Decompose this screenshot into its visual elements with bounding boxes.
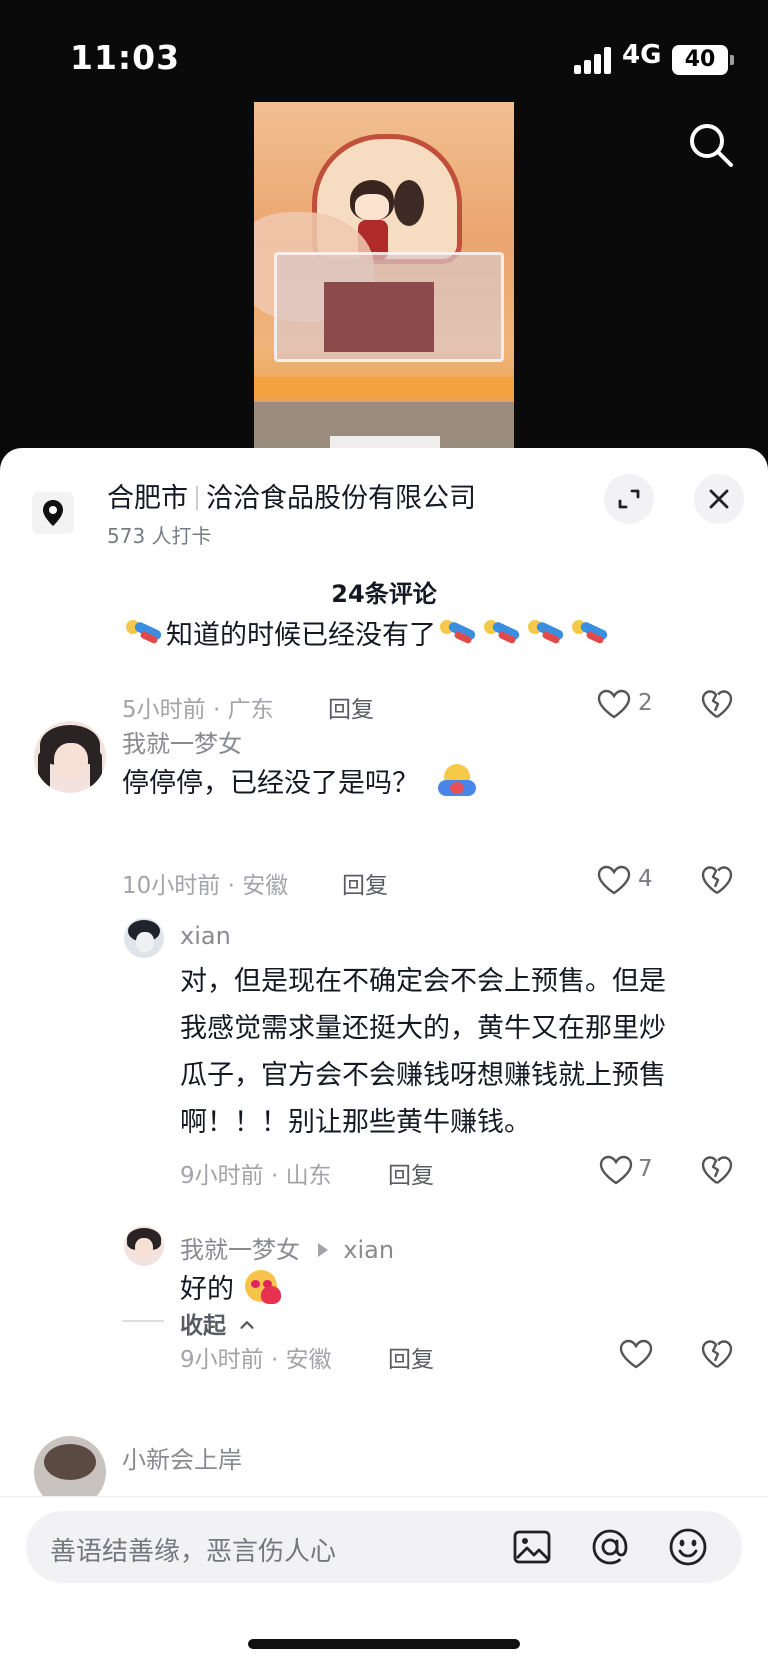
comment-line: 啊！！！别让那些黄牛赚钱。	[180, 1107, 531, 1138]
comment-line: 我感觉需求量还挺大的，黄牛又在那里炒	[180, 1013, 666, 1044]
network-type: 4G	[622, 40, 662, 70]
heart-icon[interactable]	[596, 688, 632, 720]
comment-input-bar: 善语结善缘，恶言伤人心	[0, 1496, 768, 1663]
image-icon[interactable]	[510, 1525, 554, 1569]
location-city: 合肥市	[107, 483, 188, 514]
video-preview[interactable]	[254, 102, 514, 452]
like-count: 7	[638, 1156, 653, 1182]
card-graphic	[324, 282, 434, 352]
falling-emoji-icon	[482, 618, 522, 648]
falling-emoji-icon	[570, 618, 610, 648]
avatar[interactable]	[124, 918, 164, 958]
reply-button[interactable]: 回复	[388, 1156, 434, 1190]
collapse-replies-button[interactable]: 收起	[180, 1306, 256, 1340]
input-placeholder: 善语结善缘，恶言伤人心	[50, 1537, 337, 1567]
location-checkins: 573 人打卡	[107, 524, 212, 548]
reply-arrow-icon	[317, 1243, 328, 1257]
reply-button[interactable]: 回复	[388, 1340, 434, 1374]
comment-meta: 9小时前 · 安徽	[180, 1347, 332, 1373]
close-icon	[709, 489, 729, 509]
comment-meta: 9小时前 · 山东	[180, 1163, 332, 1189]
dislike-icon[interactable]	[700, 688, 734, 720]
reply-button[interactable]: 回复	[328, 690, 374, 724]
comment-text: 对，但是现在不确定会不会上预售。但是 我感觉需求量还挺大的，黄牛又在那里炒 瓜子…	[180, 958, 740, 1146]
avatar[interactable]	[34, 721, 106, 793]
reply-header: 我就一梦女 xian	[180, 1230, 394, 1265]
hug-emoji-icon	[437, 762, 476, 798]
close-button[interactable]	[694, 474, 744, 524]
home-indicator	[248, 1639, 520, 1649]
emoji-icon[interactable]	[666, 1525, 710, 1569]
heart-icon[interactable]	[618, 1338, 654, 1370]
like-count: 2	[638, 690, 653, 716]
comment-body: 停停停，已经没了是吗？	[122, 768, 419, 799]
comment-meta: 10小时前 · 安徽	[122, 873, 289, 899]
search-icon[interactable]	[686, 120, 736, 170]
username[interactable]: 我就一梦女	[122, 724, 242, 759]
falling-emoji-icon	[438, 618, 478, 648]
collapse-label: 收起	[180, 1313, 226, 1339]
reply-button[interactable]: 回复	[342, 866, 388, 900]
dislike-icon[interactable]	[700, 1154, 734, 1186]
signal-icon	[574, 46, 614, 74]
expand-button[interactable]	[604, 474, 654, 524]
character-face	[355, 194, 389, 220]
status-time: 11:03	[70, 38, 181, 77]
reply-to-username[interactable]: xian	[343, 1236, 394, 1264]
comment-input[interactable]: 善语结善缘，恶言伤人心	[26, 1511, 742, 1583]
like-count: 4	[638, 866, 653, 892]
username[interactable]: xian	[180, 922, 231, 950]
location-name: 洽洽食品股份有限公司	[206, 483, 476, 514]
comment-body: 好的	[180, 1274, 234, 1305]
title-separator	[196, 486, 198, 510]
heart-icon[interactable]	[598, 1154, 634, 1186]
dislike-icon[interactable]	[700, 864, 734, 896]
username[interactable]: 小新会上岸	[122, 1440, 242, 1475]
chevron-up-icon	[240, 1321, 254, 1329]
location-title[interactable]: 合肥市 洽洽食品股份有限公司	[107, 476, 476, 515]
screen: 11:03 4G 40 合肥市 洽洽食品股份有限公司 573 人打卡 24条评论…	[0, 0, 768, 1663]
location-pin-icon	[32, 492, 74, 534]
comment-count: 24条评论	[331, 580, 437, 608]
sunflower-seed-graphic	[394, 180, 424, 226]
comments-sheet: 合肥市 洽洽食品股份有限公司 573 人打卡 24条评论 知道的时候已经没有了 5…	[0, 448, 768, 1663]
avatar[interactable]	[124, 1226, 164, 1266]
comment-text: 知道的时候已经没有了	[122, 612, 612, 659]
heart-icon[interactable]	[596, 864, 632, 896]
comment-body: 知道的时候已经没有了	[166, 620, 436, 651]
battery-icon: 40	[672, 45, 734, 75]
heart-eyes-emoji-icon	[243, 1268, 283, 1304]
falling-emoji-icon	[124, 618, 164, 648]
expand-icon	[618, 489, 640, 509]
falling-emoji-icon	[526, 618, 566, 648]
collapse-divider	[122, 1320, 164, 1322]
mention-icon[interactable]	[588, 1525, 632, 1569]
dislike-icon[interactable]	[700, 1338, 734, 1370]
comment-meta: 5小时前 · 广东	[122, 697, 274, 723]
comment-line: 对，但是现在不确定会不会上预售。但是	[180, 966, 666, 997]
comment-text: 停停停，已经没了是吗？	[122, 760, 476, 807]
username[interactable]: 我就一梦女	[180, 1236, 300, 1264]
comment-line: 瓜子，官方会不会赚钱呀想赚钱就上预售	[180, 1060, 666, 1091]
box-edge	[254, 377, 514, 397]
